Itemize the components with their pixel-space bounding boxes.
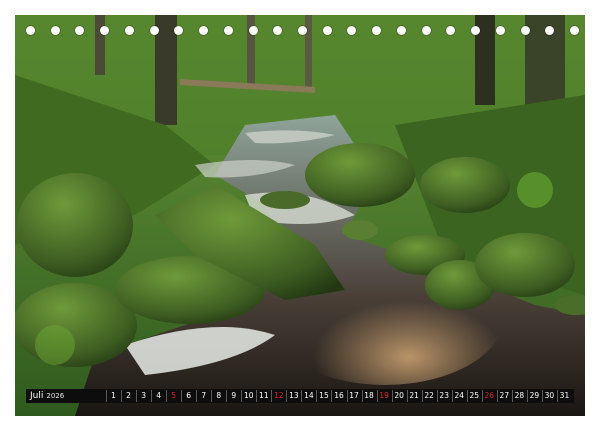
day-cell: 6	[181, 390, 195, 402]
binding-hole	[50, 26, 60, 35]
day-cell: 16	[331, 390, 345, 402]
binding-hole	[100, 26, 110, 35]
day-cell: 11	[256, 390, 270, 402]
day-cell: 25	[466, 390, 481, 402]
binding-hole	[273, 26, 283, 35]
calendar-page: Juli 2026 1 2 3 4 5 6 7 8 9 10 11 12 13 14 15 16 17 18 19 20…	[0, 0, 600, 431]
binding-hole	[199, 26, 209, 35]
day-cell: 27	[496, 390, 511, 402]
binding-hole	[372, 26, 382, 35]
forest-stream-photo	[15, 15, 585, 416]
binding-hole	[570, 26, 579, 35]
day-cell: 14	[301, 390, 315, 402]
day-cell: 19	[376, 390, 391, 402]
binding-hole	[174, 26, 184, 35]
year-label: 2026	[46, 392, 65, 400]
binding-hole	[124, 26, 134, 35]
day-row: 1 2 3 4 5 6 7 8 9 10 11 12 13 14 15 16 17 18 19 20 21 22 23 24 2…	[106, 389, 572, 403]
spiral-binding	[0, 22, 600, 40]
day-cell: 22	[421, 390, 436, 402]
day-cell: 17	[346, 390, 361, 402]
month-label: Juli 2026	[30, 390, 64, 402]
binding-hole	[223, 26, 233, 35]
day-cell: 12	[271, 390, 285, 402]
photo-illustration	[15, 15, 585, 416]
binding-hole	[421, 26, 431, 35]
binding-hole	[149, 26, 159, 35]
day-cell: 24	[451, 390, 466, 402]
day-cell: 4	[151, 390, 165, 402]
binding-hole	[520, 26, 530, 35]
day-cell: 1	[106, 390, 120, 402]
binding-hole	[545, 26, 555, 35]
day-cell: 5	[166, 390, 180, 402]
day-cell: 23	[436, 390, 451, 402]
day-cell: 8	[211, 390, 225, 402]
binding-hole	[322, 26, 332, 35]
day-cell: 20	[391, 390, 406, 402]
binding-hole	[75, 26, 85, 35]
day-cell: 7	[196, 390, 210, 402]
binding-hole	[298, 26, 307, 35]
day-cell: 15	[316, 390, 330, 402]
day-cell: 26	[481, 390, 496, 402]
day-cell: 3	[136, 390, 150, 402]
day-cell: 29	[526, 390, 541, 402]
binding-hole	[396, 26, 406, 35]
day-cell: 18	[361, 390, 376, 402]
binding-hole	[495, 26, 505, 35]
binding-hole	[347, 26, 357, 35]
day-cell: 28	[511, 390, 526, 402]
binding-hole	[446, 26, 456, 35]
day-cell: 10	[241, 390, 255, 402]
day-cell: 31	[556, 390, 571, 402]
binding-hole	[471, 26, 481, 35]
binding-hole	[248, 26, 258, 35]
day-cell: 30	[541, 390, 556, 402]
day-cell: 21	[406, 390, 421, 402]
month-name: Juli	[30, 391, 44, 401]
calendar-strip: Juli 2026 1 2 3 4 5 6 7 8 9 10 11 12 13 14 15 16 17 18 19 20…	[26, 389, 574, 403]
day-cell: 9	[226, 390, 240, 402]
day-cell: 13	[286, 390, 300, 402]
day-cell: 2	[121, 390, 135, 402]
binding-hole	[26, 26, 35, 35]
